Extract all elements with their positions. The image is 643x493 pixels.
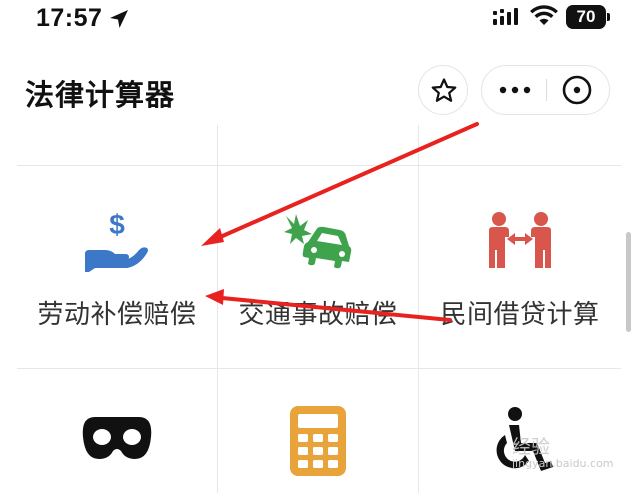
watermark: 经验 xyxy=(512,436,551,458)
annotation-arrows xyxy=(201,122,479,322)
annotation-arrow xyxy=(220,296,452,322)
annotation-arrow xyxy=(216,122,479,240)
watermark-url: jingyan.baidu.com xyxy=(512,457,614,470)
